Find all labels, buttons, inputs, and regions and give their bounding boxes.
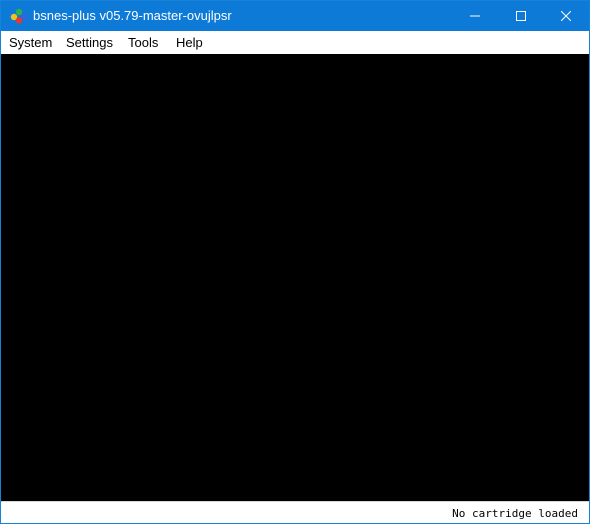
maximize-icon bbox=[516, 11, 526, 21]
status-text: No cartridge loaded bbox=[452, 507, 578, 520]
menu-tools[interactable]: Tools bbox=[128, 36, 158, 50]
bsnes-logo-icon bbox=[10, 8, 28, 24]
close-button[interactable] bbox=[543, 1, 589, 31]
emulator-display[interactable] bbox=[1, 54, 589, 501]
maximize-button[interactable] bbox=[498, 1, 544, 31]
window-title: bsnes-plus v05.79-master-ovujlpsr bbox=[33, 8, 232, 23]
menu-help[interactable]: Help bbox=[176, 36, 203, 50]
menu-settings[interactable]: Settings bbox=[66, 36, 113, 50]
status-bar: No cartridge loaded bbox=[1, 501, 589, 523]
menu-bar: System Settings Tools Help bbox=[1, 31, 589, 54]
app-window: bsnes-plus v05.79-master-ovujlpsr System… bbox=[0, 0, 590, 524]
minimize-icon bbox=[470, 15, 480, 17]
close-icon bbox=[561, 11, 571, 21]
title-bar[interactable]: bsnes-plus v05.79-master-ovujlpsr bbox=[1, 1, 589, 31]
minimize-button[interactable] bbox=[452, 1, 498, 31]
menu-system[interactable]: System bbox=[9, 36, 52, 50]
